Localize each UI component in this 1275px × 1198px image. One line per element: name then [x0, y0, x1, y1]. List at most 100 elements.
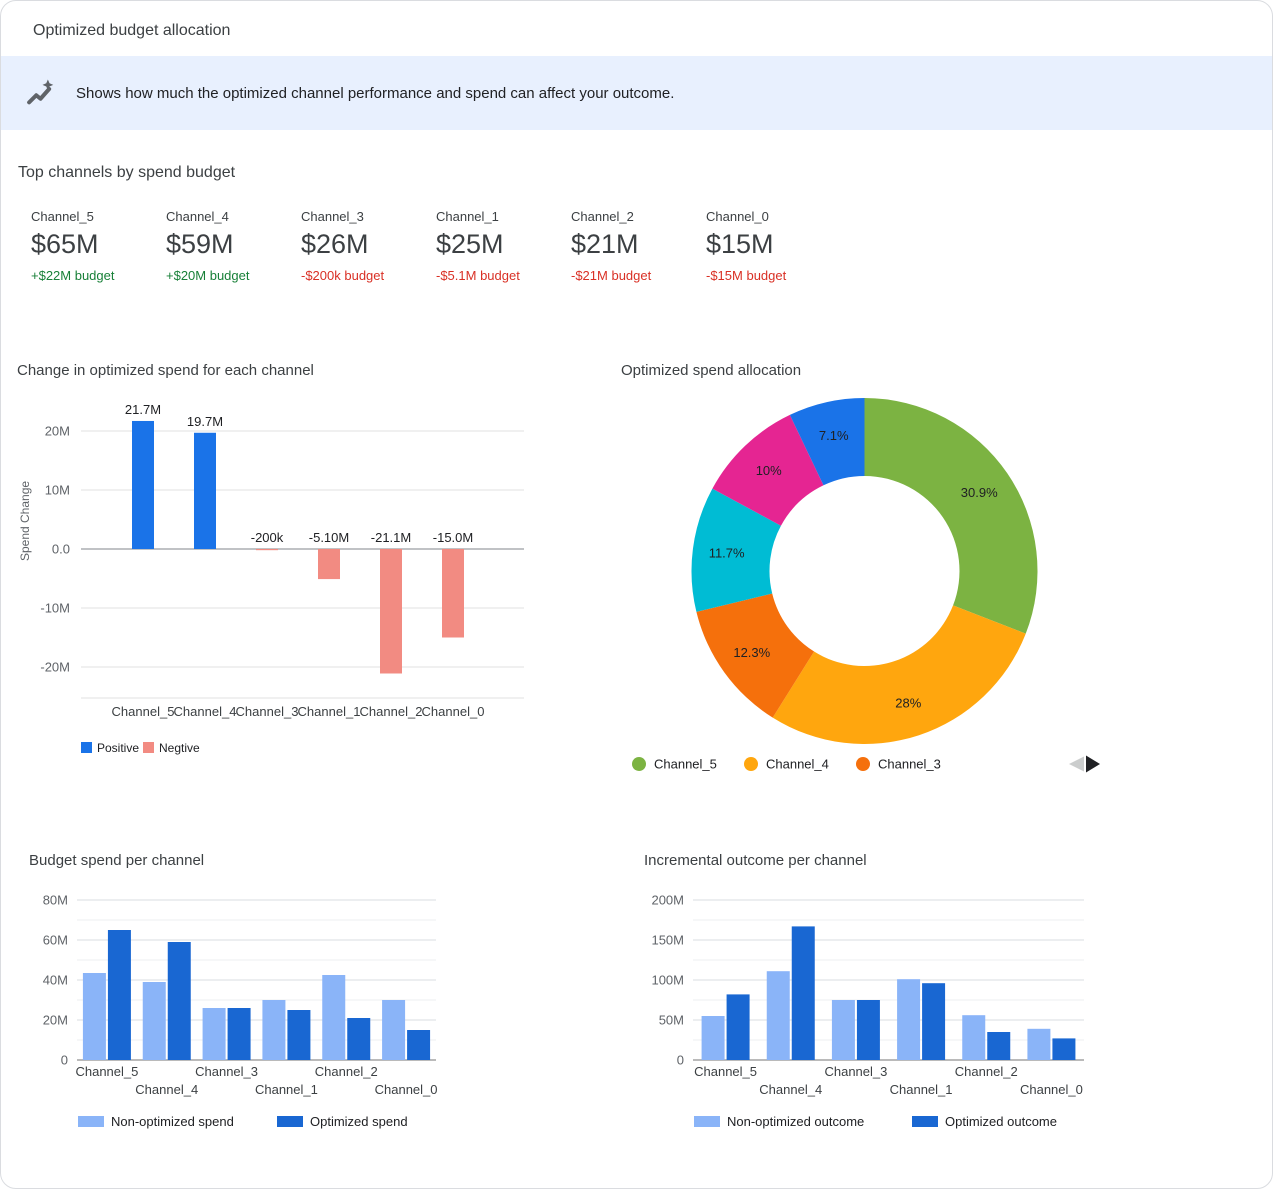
- bar-value-label: 19.7M: [187, 414, 223, 429]
- x-category-label: Channel_0: [375, 1082, 438, 1097]
- y-tick-label: -10M: [40, 601, 70, 616]
- bar: [318, 549, 340, 579]
- legend-label: Channel_5: [654, 757, 717, 772]
- x-category-label: Channel_4: [135, 1082, 198, 1097]
- channel-stat: Channel_1 $25M -$5.1M budget: [436, 209, 571, 283]
- x-category-label: Channel_2: [360, 704, 423, 719]
- x-category-label: Channel_3: [824, 1064, 887, 1079]
- x-category-label: Channel_4: [174, 704, 237, 719]
- legend-label: Optimized outcome: [945, 1114, 1057, 1129]
- donut-slice: [773, 605, 1026, 744]
- channel-stat-value: $59M: [166, 229, 301, 260]
- channel-stat-value: $25M: [436, 229, 571, 260]
- channel-stat-value: $15M: [706, 229, 841, 260]
- legend-label: Optimized spend: [310, 1114, 408, 1129]
- channel-stat-name: Channel_1: [436, 209, 571, 224]
- x-category-label: Channel_5: [694, 1064, 757, 1079]
- incremental-outcome-chart-title: Incremental outcome per channel: [644, 844, 1104, 879]
- y-tick-label: 100M: [651, 973, 684, 988]
- x-category-label: Channel_0: [422, 704, 485, 719]
- y-axis-title: Spend Change: [18, 481, 32, 561]
- insights-icon: [26, 78, 56, 108]
- budget-spend-chart-title: Budget spend per channel: [29, 844, 459, 879]
- slice-percent-label: 10%: [756, 463, 782, 478]
- legend-label: Channel_4: [766, 757, 829, 772]
- spend-allocation-chart-title: Optimized spend allocation: [621, 359, 1121, 391]
- bar-value-label: -15.0M: [433, 530, 473, 545]
- x-category-label: Channel_2: [955, 1064, 1018, 1079]
- legend-prev-icon[interactable]: [1069, 757, 1084, 772]
- channel-stat-value: $65M: [31, 229, 166, 260]
- y-tick-label: 0.0: [52, 542, 70, 557]
- channel-stat-value: $21M: [571, 229, 706, 260]
- bar: [203, 1008, 226, 1060]
- bar: [347, 1018, 370, 1060]
- bar: [407, 1030, 430, 1060]
- legend-label: Non-optimized outcome: [727, 1114, 864, 1129]
- bar: [380, 549, 402, 673]
- channel-stat-budget-delta: -$21M budget: [571, 268, 706, 283]
- x-category-label: Channel_4: [759, 1082, 822, 1097]
- x-category-label: Channel_2: [315, 1064, 378, 1079]
- channel-stat-value: $26M: [301, 229, 436, 260]
- channel-stat-budget-delta: +$22M budget: [31, 268, 166, 283]
- bar: [322, 975, 345, 1060]
- bar: [262, 1000, 285, 1060]
- x-category-label: Channel_3: [236, 704, 299, 719]
- bar: [287, 1010, 310, 1060]
- bar: [382, 1000, 405, 1060]
- channel-stat-budget-delta: -$5.1M budget: [436, 268, 571, 283]
- channel-stat-name: Channel_3: [301, 209, 436, 224]
- slice-percent-label: 28%: [895, 695, 921, 710]
- bar: [132, 421, 154, 549]
- bar: [256, 549, 278, 550]
- spend-change-svg: 20M10M0.0-10M-20MSpend Change21.7MChanne…: [17, 391, 541, 759]
- bar: [108, 930, 131, 1060]
- channel-stat: Channel_4$59M+$20M budget: [166, 209, 301, 283]
- legend-swatch: [694, 1116, 720, 1127]
- bar-value-label: -21.1M: [371, 530, 411, 545]
- slice-percent-label: 12.3%: [733, 645, 770, 660]
- x-category-label: Channel_1: [298, 704, 361, 719]
- bar: [702, 1016, 725, 1060]
- legend-dot: [744, 757, 758, 771]
- channel-stat-name: Channel_0: [706, 209, 841, 224]
- bar-value-label: -200k: [251, 530, 284, 545]
- incremental-outcome-chart: Incremental outcome per channel 0 50M 100M…: [644, 844, 1104, 1142]
- top-channels-heading: Top channels by spend budget: [18, 164, 235, 182]
- bar: [143, 982, 166, 1060]
- bar: [792, 926, 815, 1060]
- channel-stat: Channel_0$15M-$15M budget: [706, 209, 841, 283]
- bar: [727, 994, 750, 1060]
- y-tick-label: 200M: [651, 893, 684, 908]
- legend-swatch: [912, 1116, 938, 1127]
- spend-allocation-svg: 30.9%28%12.3%11.7%10%7.1%Channel_5Channe…: [621, 391, 1121, 783]
- legend-swatch: [143, 742, 154, 753]
- bar-value-label: -5.10M: [309, 530, 349, 545]
- y-tick-label: 20M: [43, 1013, 68, 1028]
- x-category-label: Channel_0: [1020, 1082, 1083, 1097]
- channel-stat: Channel_2 $21M -$21M budget: [571, 209, 706, 283]
- y-tick-label: 60M: [43, 933, 68, 948]
- bar-value-label: 21.7M: [125, 402, 161, 417]
- y-tick-label: 0: [61, 1053, 68, 1068]
- legend-swatch: [78, 1116, 104, 1127]
- channel-stat-budget-delta: -$200k budget: [301, 268, 436, 283]
- y-tick-label: 50M: [659, 1013, 684, 1028]
- spend-allocation-chart: Optimized spend allocation 30.9% 28% 12.3%…: [621, 359, 1121, 788]
- legend-next-icon[interactable]: [1086, 756, 1100, 773]
- spend-change-chart: Change in optimized spend for each chann…: [17, 359, 541, 764]
- insight-banner: Shows how much the optimized channel per…: [1, 56, 1272, 130]
- donut-slice: [865, 398, 1038, 634]
- legend-dot: [632, 757, 646, 771]
- budget-spend-chart: Budget spend per channel 020M40M60M80MCh…: [29, 844, 459, 1142]
- slice-percent-label: 30.9%: [961, 485, 998, 500]
- channel-stat-name: Channel_2: [571, 209, 706, 224]
- bar: [857, 1000, 880, 1060]
- legend-label: Non-optimized spend: [111, 1114, 234, 1129]
- bar: [1052, 1038, 1075, 1060]
- spend-change-chart-title: Change in optimized spend for each chann…: [17, 359, 541, 391]
- bar: [767, 971, 790, 1060]
- bar: [83, 973, 106, 1060]
- y-tick-label: 0: [677, 1053, 684, 1068]
